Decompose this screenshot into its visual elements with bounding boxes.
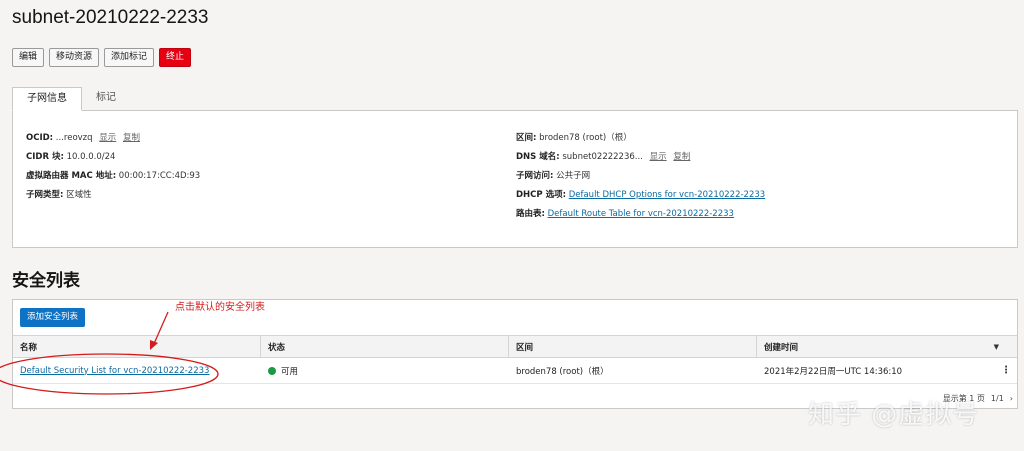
tab-subnet-info[interactable]: 子网信息 bbox=[12, 87, 82, 111]
route-table-row: 路由表: Default Route Table for vcn-2021022… bbox=[516, 209, 765, 228]
column-header-name[interactable]: 名称 bbox=[13, 336, 261, 357]
row-actions-kebab-icon[interactable]: ⋮ bbox=[1001, 365, 1011, 376]
subnet-type-label: 子网类型: bbox=[26, 190, 64, 200]
move-resource-button[interactable]: 移动资源 bbox=[49, 48, 100, 67]
watermark: 知乎 @虚拟号 bbox=[808, 400, 980, 430]
cidr-value: 10.0.0.0/24 bbox=[66, 152, 116, 162]
compartment-row: 区间: broden78 (root)（根） bbox=[516, 133, 765, 152]
security-lists-table: 名称 状态 区间 创建时间 ▼ Default Security List fo… bbox=[13, 335, 1017, 384]
mac-label: 虚拟路由器 MAC 地址: bbox=[26, 171, 117, 181]
row-status-text: 可用 bbox=[281, 366, 299, 377]
add-security-list-button[interactable]: 添加安全列表 bbox=[20, 308, 86, 327]
ocid-value: ...reovzq bbox=[55, 133, 93, 143]
info-column-left: OCID: ...reovzq 显示 复制 CIDR 块: 10.0.0.0/2… bbox=[26, 133, 200, 209]
row-created-text: 2021年2月22日周一UTC 14:36:10 bbox=[764, 366, 903, 377]
ocid-copy-link[interactable]: 复制 bbox=[123, 133, 140, 143]
terminate-button[interactable]: 终止 bbox=[159, 48, 192, 67]
info-column-right: 区间: broden78 (root)（根） DNS 域名: subnet022… bbox=[516, 133, 765, 228]
security-list-link[interactable]: Default Security List for vcn-20210222-2… bbox=[20, 366, 209, 376]
cidr-label: CIDR 块: bbox=[26, 152, 64, 162]
subnet-access-value: 公共子网 bbox=[556, 171, 591, 181]
dhcp-row: DHCP 选项: Default DHCP Options for vcn-20… bbox=[516, 190, 765, 209]
dns-show-link[interactable]: 显示 bbox=[650, 152, 667, 162]
security-lists-panel: 添加安全列表 名称 状态 区间 创建时间 ▼ Default Security … bbox=[12, 299, 1018, 409]
dhcp-options-link[interactable]: Default DHCP Options for vcn-20210222-22… bbox=[569, 190, 765, 200]
pagination-count: 1/1 bbox=[990, 394, 1004, 403]
route-table-link[interactable]: Default Route Table for vcn-20210222-223… bbox=[548, 209, 734, 219]
row-status-cell: 可用 bbox=[261, 358, 509, 383]
status-available-icon bbox=[268, 366, 276, 375]
cidr-row: CIDR 块: 10.0.0.0/24 bbox=[26, 152, 200, 171]
column-header-created[interactable]: 创建时间 ▼ bbox=[757, 336, 1017, 357]
dns-copy-link[interactable]: 复制 bbox=[673, 152, 690, 162]
row-name-cell: Default Security List for vcn-20210222-2… bbox=[13, 358, 261, 383]
column-header-status[interactable]: 状态 bbox=[261, 336, 509, 357]
subnet-type-value: 区域性 bbox=[66, 190, 92, 200]
subnet-type-row: 子网类型: 区域性 bbox=[26, 190, 200, 209]
subnet-access-row: 子网访问: 公共子网 bbox=[516, 171, 765, 190]
row-created-cell: 2021年2月22日周一UTC 14:36:10 ⋮ bbox=[757, 358, 1017, 383]
mac-row: 虚拟路由器 MAC 地址: 00:00:17:CC:4D:93 bbox=[26, 171, 200, 190]
next-page-icon[interactable]: › bbox=[1010, 394, 1013, 403]
action-bar: 编辑 移动资源 添加标记 终止 bbox=[12, 48, 192, 67]
tab-bar: 子网信息 标记 bbox=[12, 87, 130, 111]
subnet-access-label: 子网访问: bbox=[516, 171, 554, 181]
ocid-show-link[interactable]: 显示 bbox=[99, 133, 116, 143]
compartment-label: 区间: bbox=[516, 133, 537, 143]
ocid-label: OCID: bbox=[26, 133, 54, 143]
security-lists-title: 安全列表 bbox=[12, 271, 80, 291]
mac-value: 00:00:17:CC:4D:93 bbox=[118, 171, 201, 181]
add-tag-button[interactable]: 添加标记 bbox=[104, 48, 155, 67]
subnet-info-panel: OCID: ...reovzq 显示 复制 CIDR 块: 10.0.0.0/2… bbox=[12, 110, 1018, 248]
annotation-text: 点击默认的安全列表 bbox=[175, 302, 265, 313]
dns-label: DNS 域名: bbox=[516, 152, 560, 162]
compartment-value: broden78 (root)（根） bbox=[539, 133, 632, 143]
ocid-row: OCID: ...reovzq 显示 复制 bbox=[26, 133, 200, 152]
tab-tags[interactable]: 标记 bbox=[82, 87, 130, 111]
column-header-compartment[interactable]: 区间 bbox=[509, 336, 757, 357]
dns-value: subnet02222236... bbox=[562, 152, 643, 162]
route-table-label: 路由表: bbox=[516, 209, 545, 219]
dns-row: DNS 域名: subnet02222236... 显示 复制 bbox=[516, 152, 765, 171]
page-title: subnet-20210222-2233 bbox=[12, 7, 209, 28]
column-header-created-label: 创建时间 bbox=[764, 342, 799, 353]
table-header: 名称 状态 区间 创建时间 ▼ bbox=[13, 335, 1017, 358]
table-row: Default Security List for vcn-20210222-2… bbox=[13, 358, 1017, 384]
edit-button[interactable]: 编辑 bbox=[12, 48, 45, 67]
dhcp-label: DHCP 选项: bbox=[516, 190, 566, 200]
row-compartment-cell: broden78 (root)（根） bbox=[516, 366, 609, 377]
sort-down-icon[interactable]: ▼ bbox=[994, 343, 999, 351]
